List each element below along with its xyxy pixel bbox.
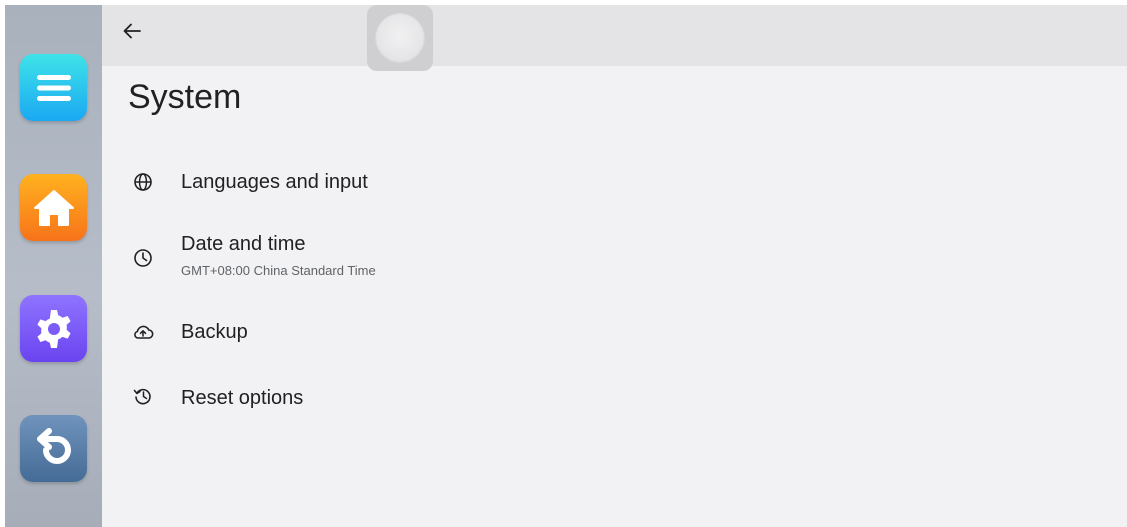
settings-item-backup[interactable]: Backup bbox=[102, 310, 1127, 355]
settings-item-label: Backup bbox=[181, 321, 248, 343]
back-button[interactable] bbox=[20, 415, 87, 482]
cloud-upload-icon bbox=[132, 321, 154, 343]
floating-ball-knob bbox=[375, 13, 425, 63]
settings-item-reset[interactable]: Reset options bbox=[102, 375, 1127, 420]
home-icon bbox=[33, 189, 74, 226]
settings-item-label: Languages and input bbox=[181, 171, 368, 193]
arrow-left-icon bbox=[123, 23, 141, 39]
settings-item-date-time[interactable]: Date and time GMT+08:00 China Standard T… bbox=[102, 229, 1127, 289]
settings-item-label: Reset options bbox=[181, 387, 304, 409]
settings-item-summary: GMT+08:00 China Standard Time bbox=[181, 263, 376, 278]
undo-icon bbox=[36, 427, 71, 464]
settings-button[interactable] bbox=[20, 295, 87, 362]
page-title: System bbox=[128, 78, 242, 116]
home-button[interactable] bbox=[20, 174, 87, 241]
menu-icon bbox=[36, 74, 71, 101]
screen: System Languages and input Date and time… bbox=[5, 5, 1127, 527]
globe-icon bbox=[132, 171, 154, 193]
menu-button[interactable] bbox=[20, 54, 87, 121]
top-app-bar bbox=[102, 5, 1127, 71]
clock-icon bbox=[132, 247, 154, 269]
navigate-up-button[interactable] bbox=[119, 18, 145, 44]
settings-item-label: Date and time bbox=[181, 233, 306, 255]
gear-icon bbox=[36, 309, 71, 348]
floating-assistive-ball[interactable] bbox=[367, 5, 433, 71]
side-dock bbox=[5, 5, 102, 527]
history-icon bbox=[132, 385, 154, 407]
settings-item-languages[interactable]: Languages and input bbox=[102, 160, 1127, 205]
